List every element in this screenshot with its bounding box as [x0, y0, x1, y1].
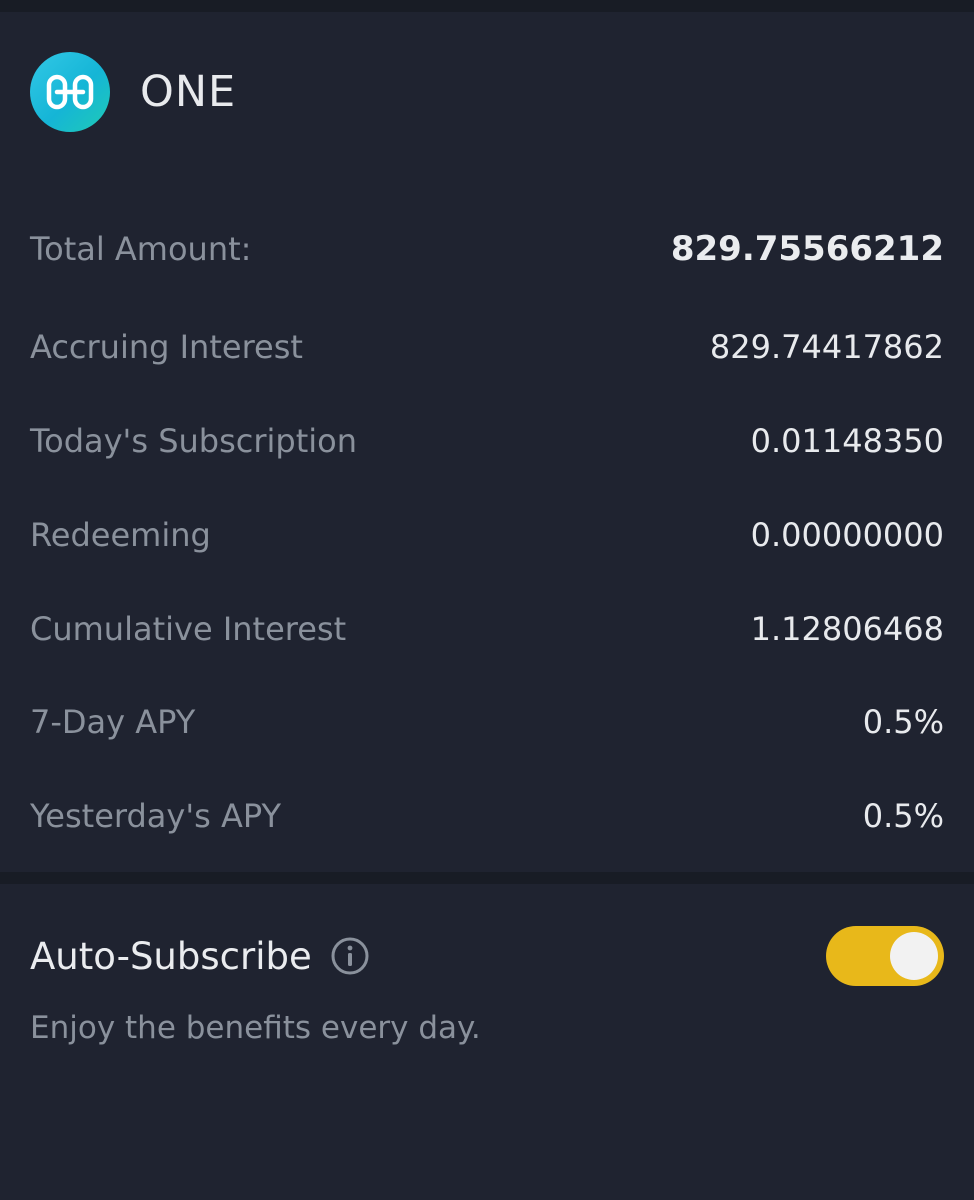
- asset-header: ONE: [30, 52, 236, 132]
- seven-day-apy-row: 7-Day APY 0.5%: [30, 697, 944, 747]
- yesterdays-apy-row: Yesterday's APY 0.5%: [30, 791, 944, 841]
- asset-name: ONE: [140, 67, 237, 117]
- total-amount-label: Total Amount:: [30, 230, 252, 268]
- auto-subscribe-toggle[interactable]: [826, 926, 944, 986]
- redeeming-value: 0.00000000: [750, 516, 944, 554]
- redeeming-row: Redeeming 0.00000000: [30, 510, 944, 560]
- todays-subscription-row: Today's Subscription 0.01148350: [30, 416, 944, 466]
- accruing-interest-label: Accruing Interest: [30, 328, 303, 366]
- auto-subscribe-label: Auto-Subscribe: [30, 934, 312, 978]
- todays-subscription-value: 0.01148350: [750, 422, 944, 460]
- toggle-knob: [890, 932, 938, 980]
- auto-subscribe-description: Enjoy the benefits every day.: [30, 1010, 481, 1046]
- accruing-interest-row: Accruing Interest 829.74417862: [30, 322, 944, 372]
- redeeming-label: Redeeming: [30, 516, 211, 554]
- accruing-interest-value: 829.74417862: [709, 328, 944, 366]
- todays-subscription-label: Today's Subscription: [30, 422, 358, 460]
- cumulative-interest-value: 1.12806468: [750, 610, 944, 648]
- auto-subscribe-row: Auto-Subscribe: [30, 918, 944, 994]
- cumulative-interest-label: Cumulative Interest: [30, 610, 347, 648]
- seven-day-apy-label: 7-Day APY: [30, 703, 196, 741]
- yesterdays-apy-label: Yesterday's APY: [30, 797, 282, 835]
- info-icon[interactable]: [330, 936, 370, 976]
- total-amount-row: Total Amount: 829.75566212: [30, 224, 944, 274]
- harmony-one-logo-icon: [30, 52, 110, 132]
- section-divider: [0, 872, 974, 884]
- cumulative-interest-row: Cumulative Interest 1.12806468: [30, 604, 944, 654]
- yesterdays-apy-value: 0.5%: [862, 797, 944, 835]
- seven-day-apy-value: 0.5%: [862, 703, 944, 741]
- top-strip: [0, 0, 974, 12]
- total-amount-value: 829.75566212: [670, 229, 944, 269]
